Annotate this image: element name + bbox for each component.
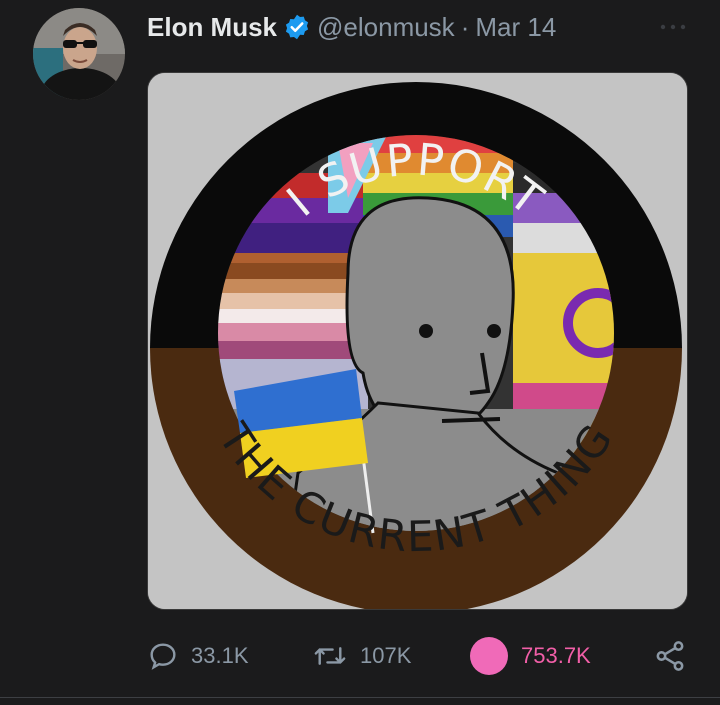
tweet-media[interactable]: I SUPPORT THE CURRENT THING	[147, 72, 688, 610]
avatar[interactable]	[33, 8, 125, 100]
divider	[0, 697, 720, 698]
tweet-actions: 33.1K 107K 753.7K	[147, 636, 692, 676]
separator: ·	[460, 11, 470, 42]
avatar-image	[33, 8, 125, 100]
more-button[interactable]	[656, 20, 690, 34]
like-dot-icon	[470, 637, 508, 675]
like-button[interactable]: 753.7K	[469, 636, 591, 676]
tweet-header: Elon Musk @elonmusk · Mar 14	[147, 10, 556, 44]
retweet-icon	[314, 647, 346, 665]
retweet-count: 107K	[360, 643, 412, 668]
more-dots-icon	[660, 24, 686, 30]
tweet: Elon Musk @elonmusk · Mar 14 I SUPPORT T…	[0, 0, 720, 705]
retweet-button[interactable]: 107K	[312, 636, 411, 676]
reply-button[interactable]: 33.1K	[147, 636, 249, 676]
author-handle[interactable]: @elonmusk	[317, 12, 455, 43]
reply-count: 33.1K	[191, 643, 249, 668]
reply-bubble-icon	[150, 643, 176, 670]
author-name[interactable]: Elon Musk	[147, 12, 277, 43]
like-count: 753.7K	[521, 643, 591, 668]
tweet-date[interactable]: Mar 14	[475, 12, 556, 43]
verified-badge-icon	[283, 13, 311, 41]
share-button[interactable]	[653, 636, 687, 676]
share-icon	[656, 641, 684, 671]
meme-image: I SUPPORT THE CURRENT THING	[148, 73, 687, 609]
